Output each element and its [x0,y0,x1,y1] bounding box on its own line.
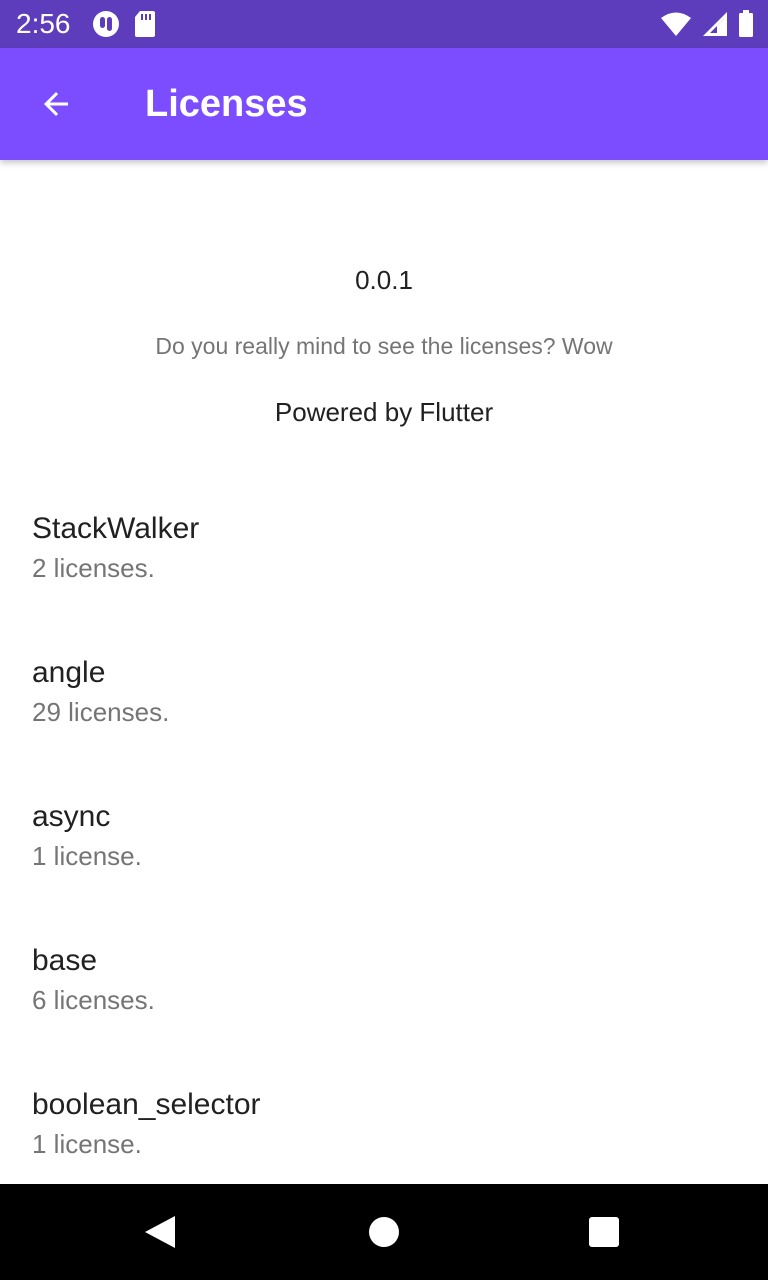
license-count: 29 licenses. [32,697,170,727]
license-count: 6 licenses. [32,985,155,1015]
wifi-icon [660,11,692,37]
nav-back-button[interactable] [128,1200,192,1264]
sd-card-icon [134,10,156,38]
package-item-boolean-selector[interactable]: boolean_selector 1 license. [0,1072,768,1184]
powered-by-label: Powered by Flutter [274,397,494,427]
package-name: StackWalker [32,512,200,545]
package-item-angle[interactable]: angle 29 licenses. [0,640,768,784]
system-navigation-bar [0,1184,768,1280]
package-name: async [32,800,111,833]
status-time: 2:56 [16,8,71,39]
status-bar: 2:56 [0,0,768,48]
package-item-async[interactable]: async 1 license. [0,784,768,928]
app-legalese: Do you really mind to see the licenses? … [155,333,613,359]
package-item-base[interactable]: base 6 licenses. [0,928,768,1072]
package-name: base [32,944,98,977]
package-name: angle [32,656,106,689]
license-count: 2 licenses. [32,553,155,583]
app-bar: Licenses [0,48,768,160]
licenses-screen: 2:56 Licenses 0.0.1 Do you really mind t… [0,0,768,1280]
package-list: StackWalker 2 licenses. angle 29 license… [0,496,768,1184]
nav-recents-icon [589,1217,619,1247]
package-name: boolean_selector [32,1088,261,1121]
licenses-content[interactable]: 0.0.1 Do you really mind to see the lice… [0,160,768,1184]
nav-recents-button[interactable] [572,1200,636,1264]
package-item-stackwalker[interactable]: StackWalker 2 licenses. [0,496,768,640]
app-version: 0.0.1 [355,265,413,295]
page-title: Licenses [145,83,308,125]
nav-home-button[interactable] [352,1200,416,1264]
license-count: 1 license. [32,841,142,871]
nav-back-icon [145,1216,175,1248]
status-right-icons [660,10,754,38]
license-count: 1 license. [32,1129,142,1159]
cellular-signal-icon [702,11,728,37]
back-button[interactable] [24,72,88,136]
nav-home-icon [369,1217,399,1247]
battery-icon [738,10,754,38]
status-left-icons [92,10,156,38]
arrow-back-icon [44,92,68,116]
notification-app-icon [92,10,120,38]
